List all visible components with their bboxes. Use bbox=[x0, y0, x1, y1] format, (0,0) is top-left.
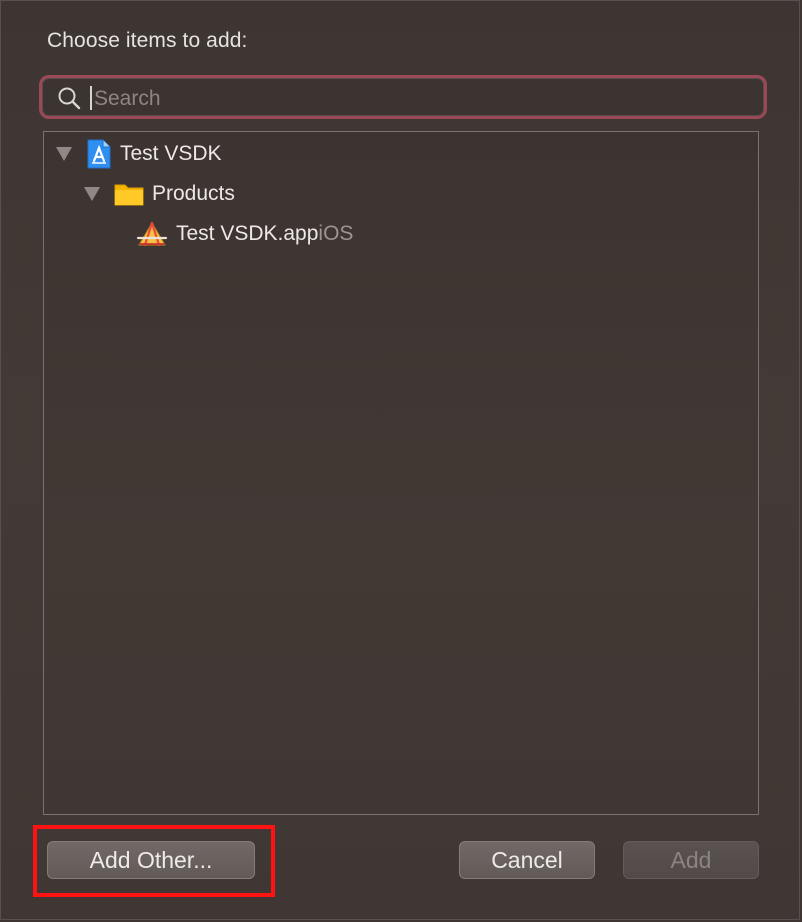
group-label: Products bbox=[152, 182, 235, 205]
product-label: Test VSDK.app bbox=[176, 222, 319, 245]
cancel-button[interactable]: Cancel bbox=[459, 841, 595, 879]
file-tree[interactable]: Test VSDK Products Test VSDK.app iOS bbox=[43, 131, 759, 815]
disclosure-triangle-icon[interactable] bbox=[84, 187, 100, 201]
annotation-highlight-box bbox=[33, 825, 275, 897]
tree-row-app-product[interactable]: Test VSDK.app iOS bbox=[136, 216, 353, 252]
search-icon bbox=[56, 85, 82, 111]
tree-row-project[interactable]: Test VSDK bbox=[56, 136, 222, 172]
platform-label: iOS bbox=[318, 222, 354, 245]
add-button[interactable]: Add bbox=[623, 841, 759, 879]
add-items-dialog: Choose items to add: Test VSDK bbox=[0, 0, 800, 920]
project-label: Test VSDK bbox=[120, 142, 222, 165]
search-field[interactable] bbox=[39, 75, 767, 119]
disclosure-triangle-icon[interactable] bbox=[56, 147, 72, 161]
tree-row-products-group[interactable]: Products bbox=[84, 176, 235, 212]
dialog-prompt: Choose items to add: bbox=[47, 29, 248, 52]
folder-icon bbox=[114, 182, 144, 206]
app-product-icon bbox=[136, 220, 168, 248]
search-input[interactable] bbox=[92, 82, 756, 116]
xcode-project-icon bbox=[86, 139, 112, 169]
